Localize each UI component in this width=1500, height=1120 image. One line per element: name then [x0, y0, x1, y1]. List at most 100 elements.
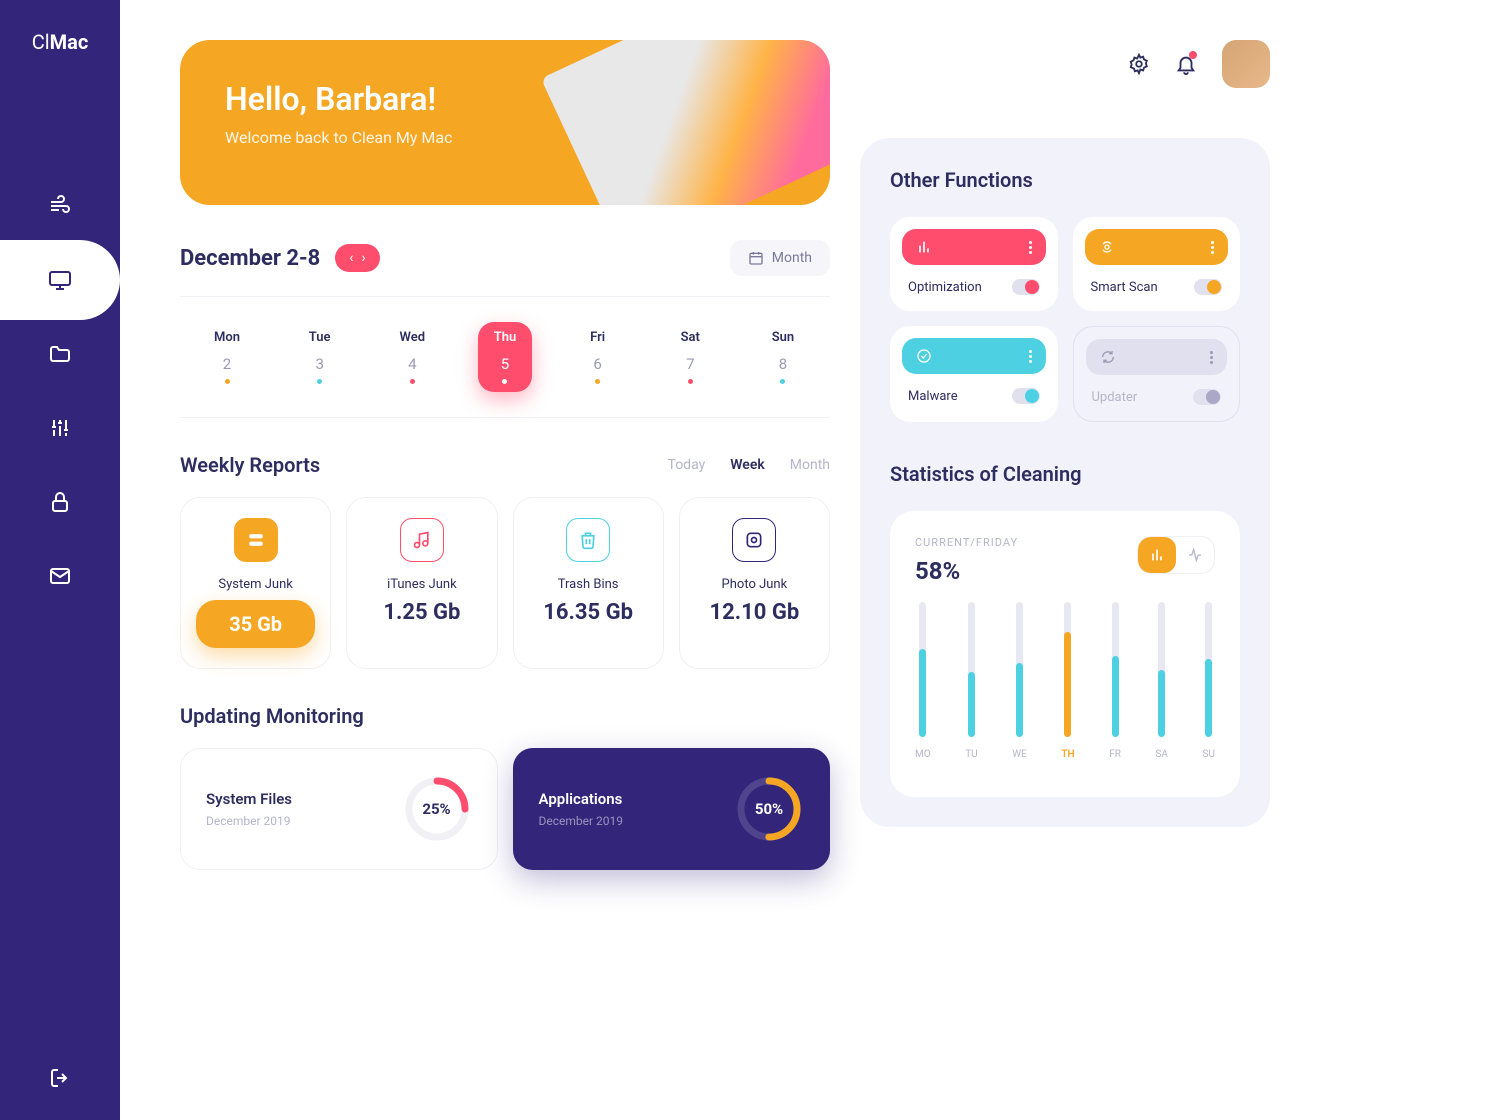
report-card[interactable]: System Junk 35 Gb — [180, 497, 331, 669]
monitor-title: System Files — [206, 790, 292, 808]
function-label: Malware — [908, 389, 958, 404]
stats-bar-view-button[interactable] — [1138, 537, 1176, 573]
nav-folder-icon[interactable] — [48, 342, 72, 366]
logo-prefix: Cl — [32, 30, 50, 54]
filter-today[interactable]: Today — [668, 457, 706, 473]
date-range-label: December 2-8 — [180, 246, 320, 271]
bar-fill — [919, 649, 926, 737]
bar-label: SU — [1203, 749, 1215, 760]
report-value: 12.10 Gb — [695, 600, 814, 625]
nav-sliders-icon[interactable] — [48, 416, 72, 440]
sidebar: ClMac — [0, 0, 120, 1120]
bar-track — [1205, 602, 1212, 737]
function-card[interactable]: Optimization — [890, 217, 1058, 311]
function-header — [902, 338, 1046, 374]
settings-button[interactable] — [1128, 53, 1150, 75]
stats-bars: MO TU WE TH FR SA SU — [915, 610, 1215, 760]
progress-ring: 50% — [734, 774, 804, 844]
day-cell-fri[interactable]: Fri 6 — [571, 322, 625, 392]
month-label: Month — [772, 250, 812, 266]
day-name: Sun — [756, 330, 810, 345]
report-card[interactable]: iTunes Junk 1.25 Gb — [346, 497, 497, 669]
day-dot — [225, 379, 230, 384]
day-cell-sat[interactable]: Sat 7 — [663, 322, 717, 392]
report-icon — [400, 518, 444, 562]
bar-column[interactable]: FR — [1109, 602, 1121, 760]
monitor-card[interactable]: System Files December 2019 25% — [180, 748, 498, 870]
more-icon[interactable] — [1210, 351, 1213, 364]
bar-label: WE — [1012, 749, 1027, 760]
filter-month[interactable]: Month — [790, 457, 830, 473]
bar-label: MO — [915, 749, 931, 760]
bar-fill — [1064, 632, 1071, 737]
nav-mail-icon[interactable] — [48, 564, 72, 588]
bar-column[interactable]: TH — [1061, 602, 1074, 760]
day-cell-sun[interactable]: Sun 8 — [756, 322, 810, 392]
function-icon — [916, 348, 932, 364]
function-toggle[interactable] — [1012, 279, 1040, 295]
stats-line-view-button[interactable] — [1176, 537, 1214, 573]
day-cell-wed[interactable]: Wed 4 — [385, 322, 439, 392]
day-number: 8 — [756, 355, 810, 373]
monitor-grid: System Files December 2019 25% Applicati… — [180, 748, 830, 870]
day-name: Thu — [478, 330, 532, 345]
monitor-title: Applications — [539, 790, 624, 808]
report-value: 35 Gb — [196, 600, 315, 648]
day-cell-mon[interactable]: Mon 2 — [200, 322, 254, 392]
bar-fill — [968, 672, 975, 737]
monitor-card[interactable]: Applications December 2019 50% — [513, 748, 831, 870]
day-cell-tue[interactable]: Tue 3 — [293, 322, 347, 392]
bar-column[interactable]: TU — [965, 602, 977, 760]
stats-value: 58% — [915, 557, 1018, 585]
bar-column[interactable]: WE — [1012, 602, 1027, 760]
bar-label: FR — [1109, 749, 1121, 760]
day-number: 7 — [663, 355, 717, 373]
function-toggle[interactable] — [1193, 389, 1221, 405]
notification-dot — [1189, 51, 1197, 59]
notifications-button[interactable] — [1175, 53, 1197, 75]
day-name: Wed — [385, 330, 439, 345]
function-toggle[interactable] — [1012, 388, 1040, 404]
day-dot — [688, 379, 693, 384]
report-value: 16.35 Gb — [529, 600, 648, 625]
bar-track — [1064, 602, 1071, 737]
more-icon[interactable] — [1029, 241, 1032, 254]
day-name: Tue — [293, 330, 347, 345]
report-grid: System Junk 35 Gb iTunes Junk 1.25 Gb Tr… — [180, 497, 830, 669]
day-dot — [595, 379, 600, 384]
function-label: Optimization — [908, 280, 982, 295]
date-nav-button[interactable]: ‹ › — [335, 244, 379, 272]
functions-title: Other Functions — [890, 168, 1240, 192]
report-card[interactable]: Photo Junk 12.10 Gb — [679, 497, 830, 669]
bar-fill — [1112, 656, 1119, 737]
report-card[interactable]: Trash Bins 16.35 Gb — [513, 497, 664, 669]
day-name: Mon — [200, 330, 254, 345]
filter-week[interactable]: Week — [730, 457, 765, 473]
more-icon[interactable] — [1211, 241, 1214, 254]
more-icon[interactable] — [1029, 350, 1032, 363]
day-cell-thu[interactable]: Thu 5 — [478, 322, 532, 392]
function-card[interactable]: Updater — [1073, 326, 1241, 422]
bar-label: SA — [1155, 749, 1167, 760]
avatar[interactable] — [1222, 40, 1270, 88]
function-label: Updater — [1092, 390, 1138, 405]
progress-value: 50% — [734, 774, 804, 844]
function-header — [902, 229, 1046, 265]
function-toggle[interactable] — [1194, 279, 1222, 295]
bar-chart-icon — [1149, 547, 1165, 563]
hero-laptop-image — [541, 40, 830, 205]
nav-logout-icon[interactable] — [48, 1066, 72, 1090]
hero-banner: Hello, Barbara! Welcome back to Clean My… — [180, 40, 830, 205]
day-dot — [410, 379, 415, 384]
function-card[interactable]: Smart Scan — [1073, 217, 1241, 311]
bar-column[interactable]: SU — [1203, 602, 1215, 760]
day-name: Fri — [571, 330, 625, 345]
bar-column[interactable]: SA — [1155, 602, 1167, 760]
month-selector-button[interactable]: Month — [730, 240, 830, 276]
nav-lock-icon[interactable] — [48, 490, 72, 514]
report-icon — [732, 518, 776, 562]
bar-column[interactable]: MO — [915, 602, 931, 760]
nav-wind-icon[interactable] — [48, 194, 72, 218]
function-card[interactable]: Malware — [890, 326, 1058, 422]
nav-monitor-icon[interactable] — [48, 268, 72, 292]
